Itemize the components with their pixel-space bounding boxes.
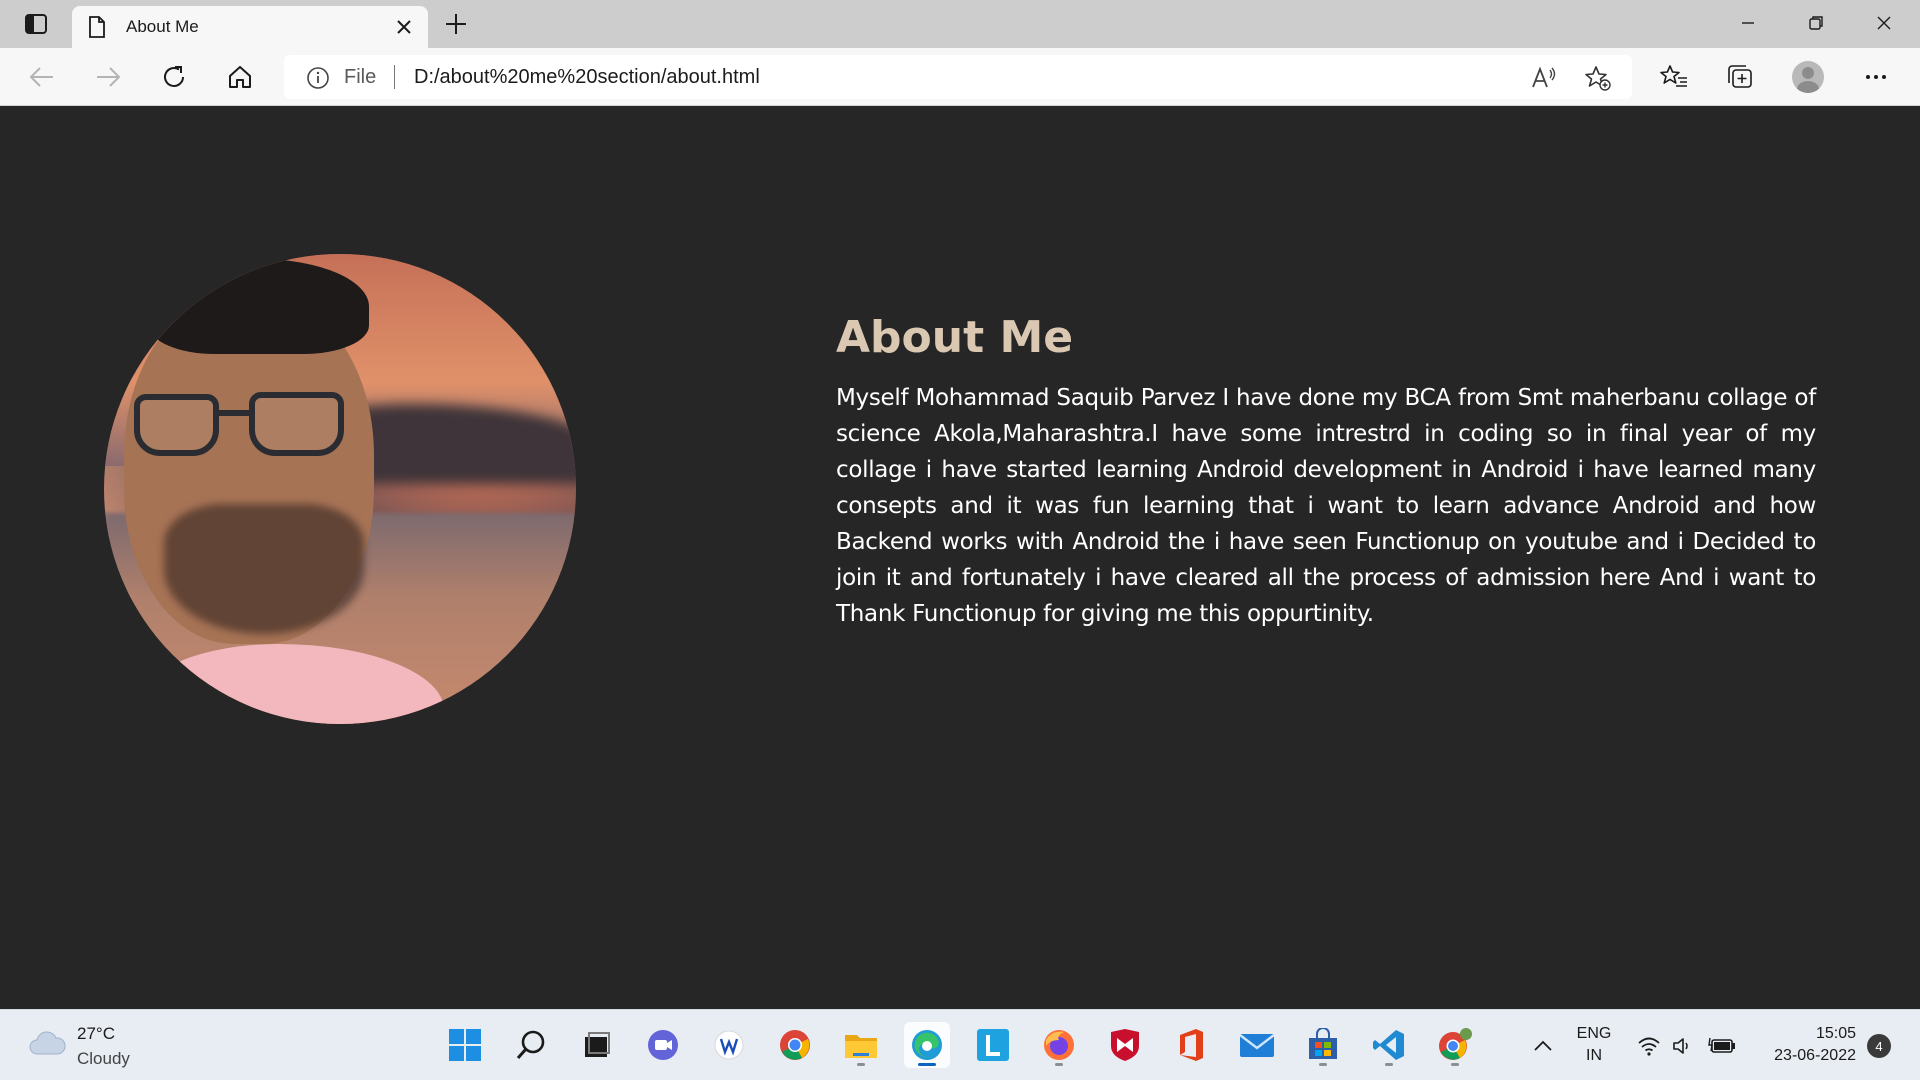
store-icon[interactable]	[1300, 1022, 1346, 1068]
more-icon[interactable]	[1858, 59, 1894, 95]
running-indicator	[1319, 1063, 1327, 1066]
l-app-icon[interactable]	[970, 1022, 1016, 1068]
clock-time: 15:05	[1815, 1025, 1856, 1042]
about-paragraph: Myself Mohammad Saquib Parvez I have don…	[836, 385, 1816, 627]
cloud-icon[interactable]	[28, 1030, 66, 1056]
refresh-icon[interactable]	[156, 59, 192, 95]
edge-icon[interactable]	[904, 1022, 950, 1068]
browser-tab-strip: About Me	[0, 0, 1920, 48]
page-content: About Me Myself Mohammad Saquib Parvez I…	[0, 107, 1920, 1009]
firefox-icon[interactable]	[1036, 1022, 1082, 1068]
read-aloud-icon[interactable]	[1530, 64, 1558, 92]
profile-photo	[104, 254, 576, 724]
page-title: About Me	[836, 312, 1074, 363]
taskbar: 27°C Cloudy ENG IN 15:05 23-06-2022 4	[0, 1009, 1920, 1080]
file-explorer-icon[interactable]	[838, 1022, 884, 1068]
active-indicator	[918, 1063, 936, 1066]
address-url[interactable]: D:/about%20me%20section/about.html	[414, 66, 760, 89]
office-icon[interactable]	[1168, 1022, 1214, 1068]
restore-icon[interactable]	[1782, 0, 1850, 46]
browser-toolbar: File D:/about%20me%20section/about.html	[0, 48, 1920, 106]
battery-icon[interactable]	[1706, 1032, 1738, 1060]
info-icon[interactable]	[306, 66, 330, 94]
address-scheme: File	[344, 66, 377, 88]
collections-icon[interactable]	[1722, 59, 1758, 95]
weather-temperature[interactable]: 27°C	[77, 1024, 115, 1044]
forward-icon[interactable]	[90, 59, 126, 95]
address-bar[interactable]: File D:/about%20me%20section/about.html	[284, 55, 1632, 99]
profile-icon[interactable]	[1790, 59, 1826, 95]
page-icon	[88, 16, 106, 42]
windows-start-icon[interactable]	[442, 1022, 488, 1068]
tab-about-me[interactable]: About Me	[72, 6, 428, 48]
task-view-icon[interactable]	[574, 1022, 620, 1068]
plus-icon[interactable]	[442, 10, 470, 38]
mcafee-icon[interactable]	[1102, 1022, 1148, 1068]
clock-date: 23-06-2022	[1774, 1047, 1856, 1064]
add-favorite-icon[interactable]	[1584, 64, 1612, 92]
home-icon[interactable]	[222, 59, 258, 95]
chrome-profile-icon[interactable]	[1432, 1022, 1478, 1068]
system-clock[interactable]: 15:05 23-06-2022	[1746, 1023, 1856, 1067]
wifi-icon[interactable]	[1634, 1032, 1664, 1060]
volume-icon[interactable]	[1668, 1032, 1698, 1060]
back-icon[interactable]	[24, 59, 60, 95]
notification-badge[interactable]: 4	[1867, 1034, 1891, 1058]
language-region: IN	[1586, 1047, 1602, 1064]
favorites-icon[interactable]	[1656, 59, 1692, 95]
close-icon[interactable]	[394, 17, 414, 37]
avatar	[1792, 61, 1824, 93]
running-indicator	[1385, 1063, 1393, 1066]
running-indicator	[1451, 1063, 1459, 1066]
language-code: ENG	[1576, 1025, 1612, 1042]
weather-condition[interactable]: Cloudy	[77, 1049, 130, 1069]
language-indicator[interactable]: ENG IN	[1574, 1023, 1614, 1067]
tab-actions-icon[interactable]	[14, 10, 58, 38]
vscode-icon[interactable]	[1366, 1022, 1412, 1068]
chevron-up-icon[interactable]	[1528, 1032, 1558, 1060]
tab-title: About Me	[126, 17, 199, 36]
window-close-icon[interactable]	[1850, 0, 1918, 46]
mail-icon[interactable]	[1234, 1022, 1280, 1068]
running-indicator	[1055, 1063, 1063, 1066]
chrome-icon[interactable]	[772, 1022, 818, 1068]
teams-chat-icon[interactable]	[640, 1022, 686, 1068]
address-separator	[394, 65, 395, 89]
search-icon[interactable]	[508, 1022, 554, 1068]
running-indicator	[857, 1063, 865, 1066]
writer-app-icon[interactable]	[706, 1022, 752, 1068]
minimize-icon[interactable]	[1714, 0, 1782, 46]
